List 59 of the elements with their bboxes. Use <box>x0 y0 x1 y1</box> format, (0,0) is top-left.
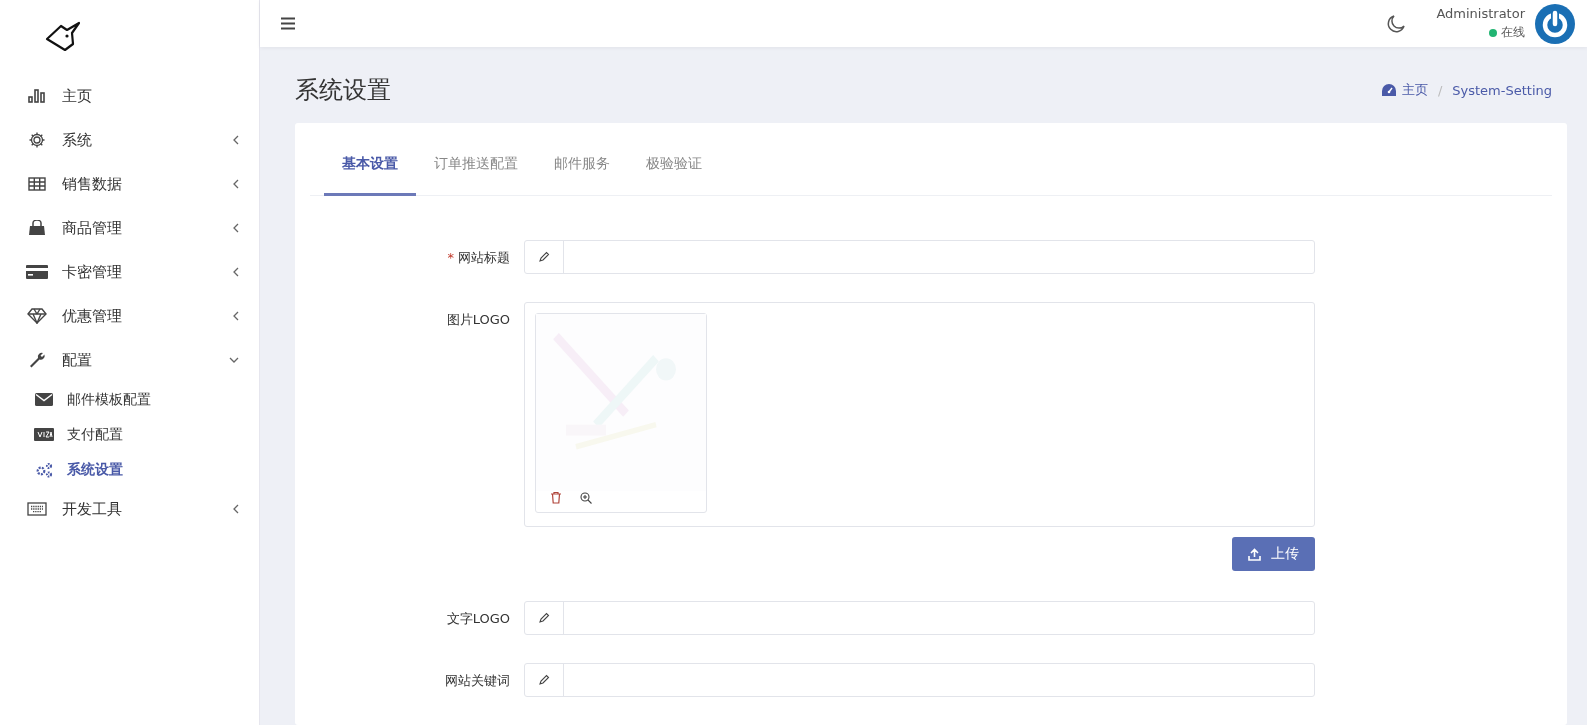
user-name: Administrator <box>1436 6 1525 21</box>
chevron-left-icon <box>232 311 239 321</box>
wrench-icon <box>28 351 46 369</box>
sidebar-item[interactable]: 商品管理 <box>0 206 259 250</box>
zoom-in-icon[interactable] <box>580 491 592 504</box>
breadcrumb-separator: / <box>1437 82 1443 98</box>
page-title: 系统设置 <box>295 75 391 106</box>
credit-card-icon <box>26 265 48 279</box>
chevron-down-icon <box>229 356 239 364</box>
gear-icon <box>28 131 46 149</box>
moon-icon[interactable] <box>1386 13 1407 34</box>
card-icon <box>34 428 54 441</box>
table-icon <box>28 177 46 191</box>
sidebar-subitem[interactable]: 支付配置 <box>0 417 259 452</box>
sidebar-subitem[interactable]: 邮件模板配置 <box>0 382 259 417</box>
tab[interactable]: 邮件服务 <box>536 133 628 196</box>
status-dot <box>1489 28 1497 37</box>
bar-chart-icon <box>28 89 46 103</box>
dashboard-icon <box>1381 84 1396 96</box>
unicorn-logo-icon <box>44 21 82 53</box>
text-field[interactable] <box>524 601 1315 635</box>
sidebar-item[interactable]: 配置 <box>0 338 259 382</box>
field-label: 文字LOGO <box>446 611 510 626</box>
chevron-left-icon <box>232 504 239 514</box>
trash-icon[interactable] <box>550 491 562 504</box>
pencil-icon <box>538 612 550 624</box>
sidebar-subitem[interactable]: 系统设置 <box>0 452 259 487</box>
tab[interactable]: 订单推送配置 <box>416 133 536 196</box>
sidebar-item[interactable]: 系统 <box>0 118 259 162</box>
field-label: 图片LOGO <box>446 312 510 327</box>
tab[interactable]: 极验验证 <box>628 133 720 196</box>
chevron-left-icon <box>232 135 239 145</box>
breadcrumb-current: System-Setting <box>1452 82 1552 98</box>
text-field[interactable] <box>524 240 1315 274</box>
bag-icon <box>27 220 47 236</box>
field-label: 网站关键词 <box>445 673 510 688</box>
tab[interactable]: 基本设置 <box>324 133 416 196</box>
breadcrumb-link[interactable]: 主页 <box>1401 81 1428 99</box>
sidebar-item[interactable]: 主页 <box>0 74 259 118</box>
menu-icon[interactable] <box>280 17 296 30</box>
upload-icon <box>1248 547 1261 561</box>
user-status: 在线 <box>1501 24 1525 41</box>
envelope-icon <box>35 393 53 406</box>
gears-icon <box>35 461 53 478</box>
sidebar-item[interactable]: 销售数据 <box>0 162 259 206</box>
chevron-left-icon <box>232 223 239 233</box>
pencil-icon <box>538 251 550 263</box>
sidebar-item[interactable]: 优惠管理 <box>0 294 259 338</box>
upload-button[interactable]: 上传 <box>1232 537 1315 571</box>
pencil-icon <box>538 674 550 686</box>
power-avatar-icon[interactable] <box>1535 3 1575 44</box>
sidebar-item[interactable]: 卡密管理 <box>0 250 259 294</box>
chevron-left-icon <box>232 179 239 189</box>
chevron-left-icon <box>232 267 239 277</box>
keyboard-icon <box>27 502 47 516</box>
field-label: * 网站标题 <box>447 250 510 265</box>
diamond-icon <box>27 308 47 324</box>
sidebar-item[interactable]: 开发工具 <box>0 487 259 531</box>
text-field[interactable] <box>524 663 1315 697</box>
